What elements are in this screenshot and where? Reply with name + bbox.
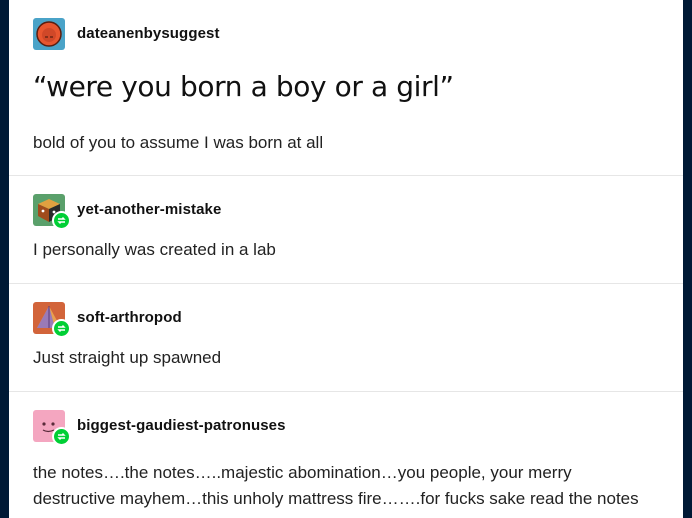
divider: [9, 175, 683, 176]
divider: [9, 283, 683, 284]
post-username[interactable]: soft-arthropod: [77, 309, 182, 326]
post-card: dateanenbysuggest “were you born a boy o…: [9, 0, 683, 518]
post-body: I personally was created in a lab: [33, 240, 276, 259]
reblog-icon: [52, 319, 71, 338]
post-body: the notes….the notes…..majestic abominat…: [33, 460, 673, 512]
post-body: bold of you to assume I was born at all: [33, 133, 324, 152]
reblog-icon: [52, 427, 71, 446]
orange-face-avatar-icon[interactable]: [33, 18, 65, 50]
post-body-line: destructive mayhem…this unholy mattress …: [33, 489, 639, 508]
divider: [9, 391, 683, 392]
post-username[interactable]: yet-another-mistake: [77, 201, 221, 218]
reblog-icon: [52, 211, 71, 230]
post-body: Just straight up spawned: [33, 348, 222, 367]
post-title: “were you born a boy or a girl”: [33, 70, 454, 103]
post-username[interactable]: dateanenbysuggest: [77, 25, 220, 42]
post-body-line: the notes….the notes…..majestic abominat…: [33, 463, 572, 482]
post-username[interactable]: biggest-gaudiest-patronuses: [77, 417, 286, 434]
